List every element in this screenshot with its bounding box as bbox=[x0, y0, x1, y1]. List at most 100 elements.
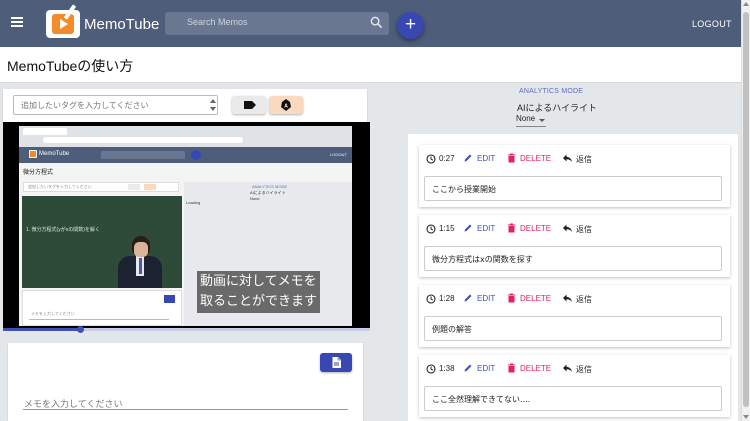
reply-button[interactable]: 返信 bbox=[576, 224, 592, 235]
logout-button[interactable]: LOGOUT bbox=[692, 19, 732, 29]
tag-input[interactable]: 追加したいタグを入力してください bbox=[13, 95, 218, 115]
add-tag-button[interactable] bbox=[232, 96, 266, 114]
edit-button[interactable]: EDIT bbox=[477, 154, 495, 163]
video-analytics-mode: ANALYTICS MODE bbox=[252, 184, 288, 189]
video-tag-row: 追加したいタグを入力してください bbox=[23, 182, 179, 192]
memo-text: ここ全然理解できてない.... bbox=[432, 395, 531, 404]
memo-timestamp[interactable]: 0:27 bbox=[439, 154, 455, 163]
memo-timestamp[interactable]: 1:38 bbox=[439, 364, 455, 373]
app-bar: MemoTube Search Memos + LOGOUT bbox=[0, 0, 741, 47]
delete-button[interactable]: DELETE bbox=[520, 364, 551, 373]
add-memo-button[interactable]: + bbox=[397, 12, 424, 39]
page-scrollbar[interactable] bbox=[741, 0, 750, 421]
reply-button[interactable]: 返信 bbox=[576, 294, 592, 305]
trash-icon[interactable] bbox=[507, 363, 516, 373]
menu-icon[interactable] bbox=[11, 17, 23, 27]
scroll-down-icon[interactable] bbox=[743, 415, 749, 419]
search-input[interactable]: Search Memos bbox=[165, 12, 389, 35]
trash-icon[interactable] bbox=[507, 153, 516, 163]
video-app-bar: MemoTube LOGOUT bbox=[19, 147, 352, 163]
memo-text-box[interactable]: 微分方程式はxの関数を探す bbox=[424, 246, 722, 271]
edit-button[interactable]: EDIT bbox=[477, 224, 495, 233]
tag-placeholder: 追加したいタグを入力してください bbox=[21, 101, 149, 110]
delete-button[interactable]: DELETE bbox=[520, 224, 551, 233]
document-icon bbox=[332, 357, 341, 368]
reply-icon[interactable] bbox=[562, 293, 573, 303]
reply-icon[interactable] bbox=[562, 153, 573, 163]
label-icon bbox=[244, 101, 256, 109]
video-app-name: MemoTube bbox=[39, 151, 70, 157]
memo-timestamp[interactable]: 1:28 bbox=[439, 294, 455, 303]
video-ai-value: None bbox=[250, 196, 260, 201]
ai-highlight-label: AIによるハイライト bbox=[517, 103, 598, 113]
delete-button[interactable]: DELETE bbox=[520, 294, 551, 303]
memo-item: 1:38 EDIT DELETE 返信ここ全然理解できてない.... bbox=[419, 355, 730, 417]
edit-button[interactable]: EDIT bbox=[477, 294, 495, 303]
video-browser-chrome bbox=[19, 126, 352, 147]
reply-icon[interactable] bbox=[562, 223, 573, 233]
trash-icon[interactable] bbox=[507, 293, 516, 303]
video-player[interactable]: MemoTube LOGOUT 微分方程式 追加したいタグを入力してください 1… bbox=[3, 122, 370, 328]
video-logo-icon bbox=[29, 150, 37, 158]
clock-icon bbox=[426, 364, 436, 374]
edit-button[interactable]: EDIT bbox=[477, 364, 495, 373]
memo-text: 例題の解答 bbox=[432, 325, 472, 334]
memo-input-card: メモを入力してください bbox=[8, 343, 363, 421]
memo-item: 1:28 EDIT DELETE 返信例題の解答 bbox=[419, 285, 730, 347]
memo-text: 微分方程式はxの関数を探す bbox=[432, 255, 533, 264]
video-loading: Loading bbox=[186, 200, 201, 205]
logo-icon bbox=[46, 4, 80, 38]
clock-icon bbox=[426, 224, 436, 234]
pencil-icon[interactable] bbox=[463, 363, 473, 373]
video-memo-placeholder: メモを入力してください bbox=[31, 311, 75, 316]
analytics-mode-label: ANALYTICS MODE bbox=[519, 88, 584, 95]
video-caption-line-1: 動画に対してメモを bbox=[200, 274, 317, 289]
video-progress-bar[interactable] bbox=[3, 326, 370, 333]
memo-input-underline bbox=[23, 409, 348, 410]
video-progress-handle[interactable] bbox=[77, 326, 85, 333]
ai-highlight-value: None bbox=[516, 114, 536, 123]
reply-button[interactable]: 返信 bbox=[576, 154, 592, 165]
trash-icon[interactable] bbox=[507, 223, 516, 233]
ai-tag-button[interactable]: A bbox=[269, 96, 303, 114]
search-placeholder: Search Memos bbox=[187, 17, 248, 27]
video-search bbox=[101, 151, 185, 159]
title-bar: MemoTubeの使い方 bbox=[0, 47, 741, 83]
ai-badge-icon: A bbox=[281, 99, 291, 111]
app-logo[interactable]: MemoTube bbox=[46, 4, 160, 41]
memo-timestamp[interactable]: 1:15 bbox=[439, 224, 455, 233]
video-chalk-text: 1. 微分方程式(yがxの関数)を解く bbox=[26, 227, 100, 233]
ai-highlight-select[interactable]: None bbox=[516, 114, 546, 127]
video-memo-card: メモを入力してください bbox=[22, 290, 182, 326]
clock-icon bbox=[426, 154, 436, 164]
clock-icon bbox=[426, 294, 436, 304]
memo-item: 0:27 EDIT DELETE 返信ここから授業開始 bbox=[419, 145, 730, 207]
reply-button[interactable]: 返信 bbox=[576, 364, 592, 375]
video-progress-fill bbox=[3, 328, 81, 331]
video-logout: LOGOUT bbox=[330, 152, 347, 157]
pencil-icon[interactable] bbox=[463, 293, 473, 303]
stepper-icon[interactable] bbox=[210, 98, 216, 112]
memo-text-box[interactable]: ここ全然理解できてない.... bbox=[424, 386, 722, 411]
page-title: MemoTubeの使い方 bbox=[7, 58, 134, 74]
delete-button[interactable]: DELETE bbox=[520, 154, 551, 163]
pencil-icon[interactable] bbox=[463, 153, 473, 163]
scroll-thumb[interactable] bbox=[743, 12, 749, 407]
video-fab bbox=[191, 150, 201, 160]
tag-card: 追加したいタグを入力してください A bbox=[3, 89, 367, 122]
app-name: MemoTube bbox=[84, 15, 160, 33]
video-blackboard: 1. 微分方程式(yがxの関数)を解く bbox=[22, 196, 182, 288]
memo-text-box[interactable]: 例題の解答 bbox=[424, 316, 722, 341]
search-icon[interactable] bbox=[370, 16, 383, 29]
video-page-title: 微分方程式 bbox=[23, 170, 54, 176]
svg-text:A: A bbox=[284, 104, 288, 110]
memo-item: 1:15 EDIT DELETE 返信微分方程式はxの関数を探す bbox=[419, 215, 730, 277]
video-caption-line-2: 取ることができます bbox=[200, 294, 318, 309]
pencil-icon[interactable] bbox=[463, 223, 473, 233]
video-caption: 動画に対してメモを 取ることができます bbox=[197, 271, 321, 313]
save-memo-button[interactable] bbox=[320, 353, 352, 372]
reply-icon[interactable] bbox=[562, 363, 573, 373]
scroll-up-icon[interactable] bbox=[743, 2, 749, 6]
memo-text-box[interactable]: ここから授業開始 bbox=[424, 176, 722, 201]
memo-text: ここから授業開始 bbox=[432, 185, 496, 194]
